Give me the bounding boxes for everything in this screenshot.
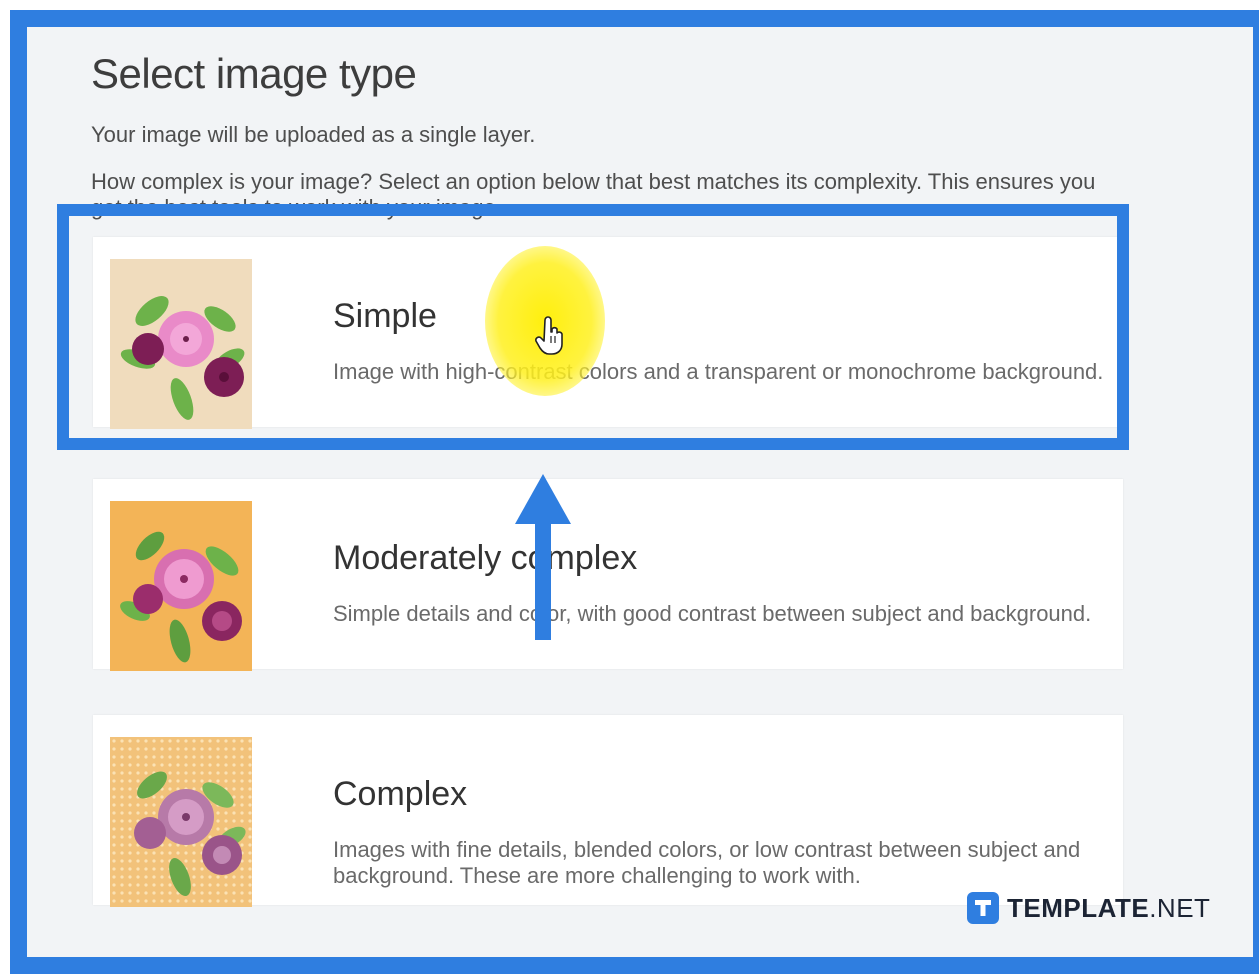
option-simple[interactable]: Simple Image with high-contrast colors a… — [93, 237, 1123, 429]
option-title: Simple — [333, 297, 437, 335]
complex-image-thumbnail — [110, 737, 252, 907]
option-description: Images with fine details, blended colors… — [333, 837, 1081, 888]
option-description: Image with high-contrast colors and a tr… — [333, 359, 1104, 384]
page-subtitle: Your image will be uploaded as a single … — [91, 122, 536, 147]
option-complex[interactable]: Complex Images with fine details, blende… — [93, 715, 1123, 907]
arrow-up-icon — [515, 474, 571, 640]
template-logo-icon — [967, 892, 999, 924]
simple-image-thumbnail — [110, 259, 252, 429]
page-description: How complex is your image? Select an opt… — [91, 169, 1096, 220]
hand-pointer-icon — [535, 316, 563, 355]
page-title: Select image type — [91, 50, 417, 97]
option-title: Moderately complex — [333, 539, 638, 577]
brand-name: TEMPLATE.NET — [1007, 892, 1211, 923]
template-net-watermark: TEMPLATE.NET — [967, 892, 1210, 924]
screenshot-frame: Select image type Your image will be upl… — [10, 10, 1259, 974]
option-title: Complex — [333, 775, 468, 813]
option-description: Simple details and color, with good cont… — [333, 601, 1092, 626]
moderately-complex-image-thumbnail — [110, 501, 252, 671]
option-moderately-complex[interactable]: Moderately complex Simple details and co… — [93, 479, 1123, 671]
